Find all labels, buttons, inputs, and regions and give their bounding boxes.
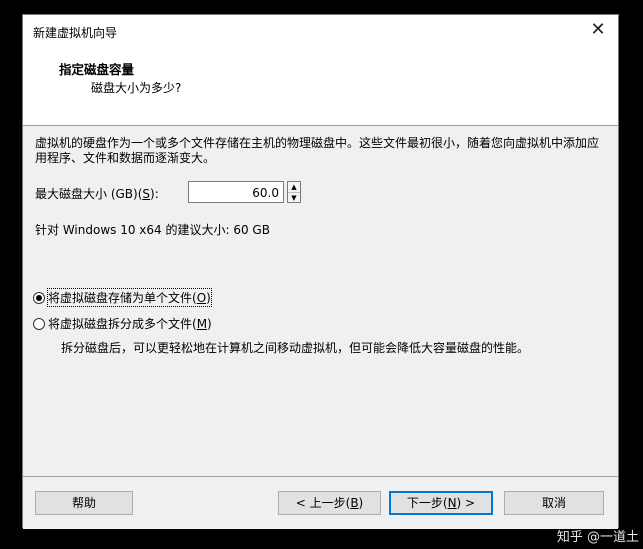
radio-split-files[interactable] [33, 317, 45, 330]
option-split-files-label[interactable]: 将虚拟磁盘拆分成多个文件(M) [48, 315, 212, 332]
next-label-suffix: ) > [456, 496, 476, 510]
option-single-file-prefix: 将虚拟磁盘存储为单个文件( [48, 291, 197, 305]
option-single-file-label[interactable]: 将虚拟磁盘存储为单个文件(O) [47, 288, 212, 307]
disk-size-label: 最大磁盘大小 (GB)(S): [35, 185, 159, 202]
option-split-files-suffix: ) [207, 317, 212, 331]
recommended-size: 针对 Windows 10 x64 的建议大小: 60 GB [35, 223, 270, 237]
radio-single-file[interactable] [33, 291, 45, 304]
next-label-prefix: 下一步( [406, 496, 448, 510]
page-title: 指定磁盘容量 [59, 62, 135, 77]
option-single-file-suffix: ) [206, 291, 211, 305]
wizard-footer: 帮助 < 上一步(B) 下一步(N) > 取消 [23, 477, 618, 529]
wizard-body: 虚拟机的硬盘作为一个或多个文件存储在主机的物理磁盘中。这些文件最初很小，随着您向… [23, 126, 618, 476]
split-description: 拆分磁盘后，可以更轻松地在计算机之间移动虚拟机，但可能会降低大容量磁盘的性能。 [61, 341, 530, 355]
disk-size-label-suffix: ): [150, 187, 159, 201]
disk-size-spinner[interactable]: ▲ ▼ [287, 181, 301, 203]
disk-size-input[interactable] [188, 181, 284, 203]
option-single-file[interactable]: 将虚拟磁盘存储为单个文件(O) [33, 288, 212, 307]
help-button[interactable]: 帮助 [35, 491, 133, 515]
back-label-prefix: < 上一步( [295, 496, 351, 510]
spin-down-icon[interactable]: ▼ [288, 193, 300, 203]
disk-size-label-prefix: 最大磁盘大小 (GB)( [35, 187, 143, 201]
cancel-button[interactable]: 取消 [504, 491, 604, 515]
close-icon[interactable]: ✕ [586, 19, 610, 41]
option-split-files[interactable]: 将虚拟磁盘拆分成多个文件(M) [33, 315, 212, 332]
option-single-file-key: O [196, 291, 207, 305]
title-bar[interactable]: 新建虚拟机向导 ✕ [23, 15, 618, 47]
back-label-key: B [350, 496, 359, 510]
next-label-key: N [447, 496, 457, 510]
spin-up-icon[interactable]: ▲ [288, 182, 300, 193]
window-title: 新建虚拟机向导 [33, 26, 118, 40]
watermark-text: 知乎 @一道土 [556, 530, 639, 545]
new-vm-wizard-window: 新建虚拟机向导 ✕ 指定磁盘容量 磁盘大小为多少? 虚拟机的硬盘作为一个或多个文… [22, 14, 619, 529]
option-split-files-prefix: 将虚拟磁盘拆分成多个文件( [48, 317, 197, 331]
option-split-files-key: M [196, 317, 208, 331]
back-button[interactable]: < 上一步(B) [278, 491, 381, 515]
page-subtitle: 磁盘大小为多少? [91, 81, 182, 95]
disk-size-label-key: S [142, 187, 151, 201]
next-button[interactable]: 下一步(N) > [389, 491, 493, 515]
disk-description: 虚拟机的硬盘作为一个或多个文件存储在主机的物理磁盘中。这些文件最初很小，随着您向… [35, 136, 600, 165]
wizard-header: 指定磁盘容量 磁盘大小为多少? [23, 47, 618, 125]
back-label-suffix: ) [358, 496, 364, 510]
